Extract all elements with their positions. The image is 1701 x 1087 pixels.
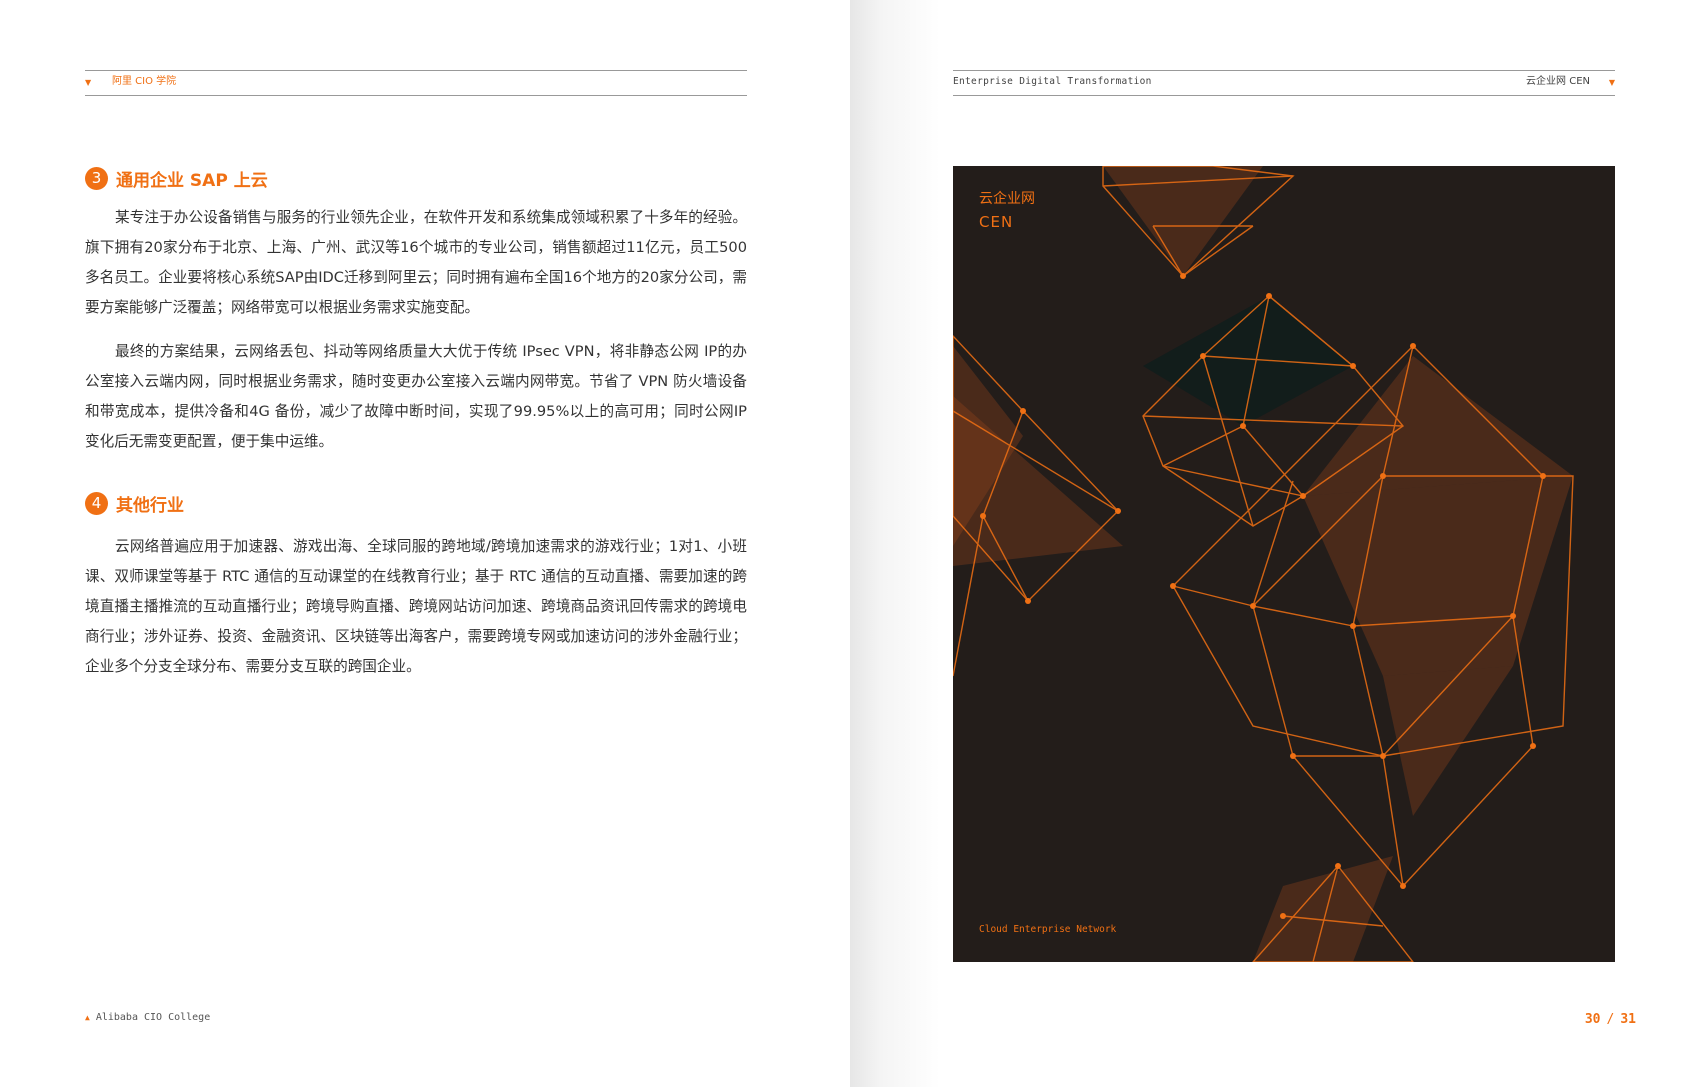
footer-text: Alibaba CIO College [95, 1012, 211, 1023]
section-4-paragraph-1: 云网络普遍应用于加速器、游戏出海、全球同服的跨地域/跨境加速需求的游戏行业；1对… [85, 538, 747, 675]
page-number-left: 30 [1584, 1012, 1601, 1027]
page-numbers: 30 / 31 [1585, 1012, 1636, 1027]
cover-subtitle: Cloud Enterprise Network [979, 924, 1117, 935]
triangle-down-icon: ▼ [85, 78, 92, 87]
section-title: 通用企业 SAP 上云 [116, 170, 268, 191]
left-footer: ▲ Alibaba CIO College [85, 1012, 210, 1023]
left-page: ▼ 阿里 CIO 学院 3 通用企业 SAP 上云 某专注于办公设备销售与服务的… [0, 0, 850, 1087]
triangle-down-icon: ▼ [1608, 78, 1615, 87]
section-3-paragraph-1: 某专注于办公设备销售与服务的行业领先企业，在软件开发和系统集成领域积累了十多年的… [85, 209, 747, 316]
section-number-badge: 4 [85, 491, 108, 515]
section-3-paragraph-2: 最终的方案结果，云网络丢包、抖动等网络质量大大优于传统 IPsec VPN，将非… [85, 343, 747, 450]
right-header: Enterprise Digital Transformation 云企业网 C… [953, 70, 1615, 96]
section-number-badge: 3 [85, 166, 108, 190]
page-number-separator: / [1606, 1012, 1615, 1027]
triangle-up-icon: ▲ [85, 1013, 90, 1022]
cen-cover-image: 云企业网 CEN Cloud Enterprise Network [953, 166, 1615, 962]
left-header-title: 阿里 CIO 学院 [112, 76, 177, 87]
section-title: 其他行业 [116, 495, 184, 516]
left-header: ▼ 阿里 CIO 学院 [85, 70, 747, 96]
cover-title-english: CEN [979, 213, 1014, 231]
right-header-english: Enterprise Digital Transformation [953, 76, 1152, 87]
right-header-chinese: 云企业网 CEN [1526, 76, 1590, 87]
section-3-heading: 3 通用企业 SAP 上云 [85, 165, 268, 191]
section-4-heading: 4 其他行业 [85, 490, 184, 516]
page-number-right: 31 [1620, 1012, 1636, 1027]
cover-title-chinese: 云企业网 [979, 191, 1035, 207]
polyhedron-artwork [953, 166, 1574, 962]
